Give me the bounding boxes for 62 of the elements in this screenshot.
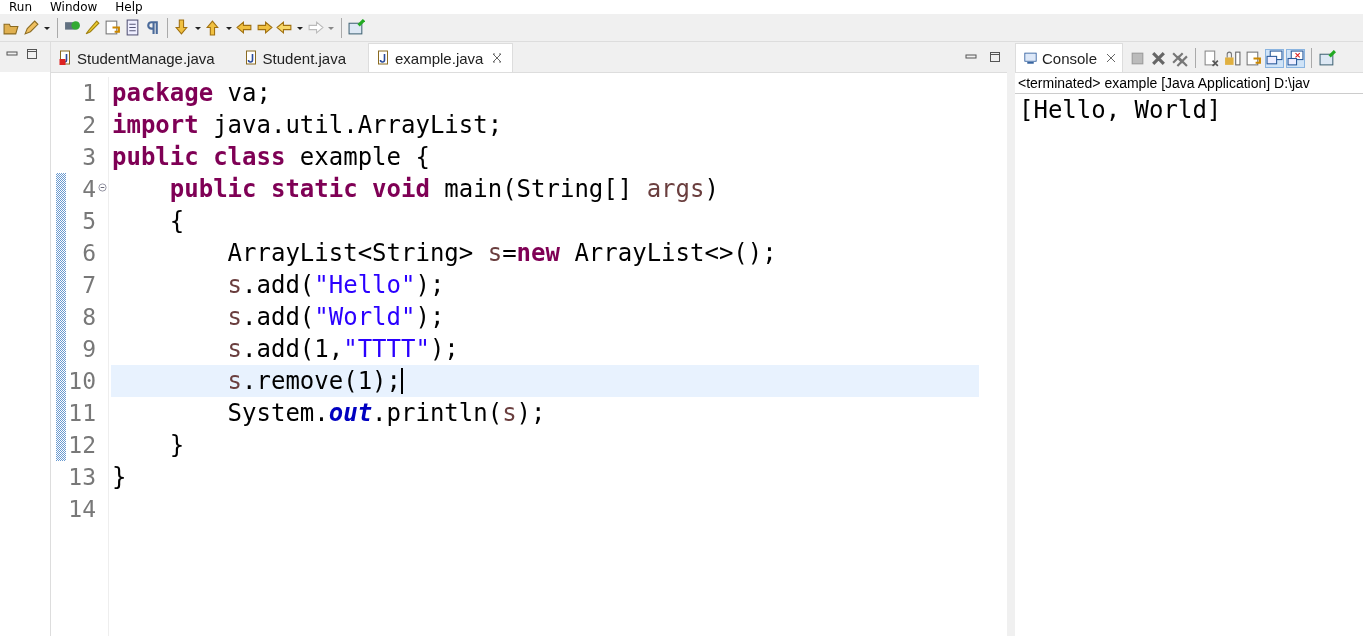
clear-icon[interactable]: [1203, 49, 1221, 67]
code-line: }: [112, 463, 127, 491]
code-line: package va;: [112, 79, 271, 107]
lock-icon[interactable]: [1224, 49, 1242, 67]
arrow-up-icon[interactable]: [205, 19, 222, 36]
arrow-left-icon[interactable]: [236, 19, 253, 36]
monitor-error-icon[interactable]: [1287, 49, 1305, 67]
pin-window-icon[interactable]: [1319, 49, 1337, 67]
console-tab[interactable]: Console: [1015, 43, 1124, 72]
editor-tab[interactable]: Student.java: [236, 44, 368, 72]
document-arrow-icon[interactable]: [1245, 49, 1263, 67]
monitor-icon: [1024, 50, 1037, 66]
menu-item[interactable]: Run: [9, 0, 32, 14]
line-number: 14: [67, 495, 96, 524]
remove-icon[interactable]: [1150, 49, 1168, 67]
line-number: 9: [81, 335, 96, 364]
code-line: s.add("Hello");: [226, 271, 445, 299]
line-number: 8: [81, 303, 96, 332]
java-file-icon: [377, 50, 390, 66]
pilcrow-icon[interactable]: [144, 19, 161, 36]
arrow-down-icon[interactable]: [174, 19, 191, 36]
editor-tab[interactable]: StudentManage.java: [51, 44, 237, 72]
close-icon[interactable]: [1106, 53, 1117, 63]
line-number: 2: [81, 111, 96, 140]
code-line: s.add(1,"TTTT");: [226, 335, 459, 363]
line-number: 4: [81, 175, 96, 204]
editor-tab[interactable]: example.java: [368, 43, 514, 72]
highlighter-icon[interactable]: [84, 19, 101, 36]
arrow-right-icon[interactable]: [256, 19, 273, 36]
pin-window-icon[interactable]: [348, 19, 365, 36]
code-line: public class example {: [112, 143, 430, 171]
java-file-icon: [244, 50, 258, 66]
code-line: System.out.println(s);: [226, 399, 546, 427]
code-line: ArrayList<String> s=new ArrayList<>();: [226, 239, 777, 267]
code-line: import java.util.ArrayList;: [112, 111, 503, 139]
maximize-icon[interactable]: [26, 48, 38, 60]
line-number: 12: [67, 431, 96, 460]
line-number: 6: [81, 239, 96, 268]
code-line: s.remove(1);: [226, 367, 401, 395]
collapse-icon[interactable]: [97, 182, 107, 192]
menu-item[interactable]: Window: [50, 0, 98, 14]
line-number: 1: [81, 79, 96, 108]
console-output: [Hello, World]: [1018, 95, 1223, 126]
java-file-error-icon: [59, 50, 72, 66]
close-icon[interactable]: [492, 53, 503, 63]
line-number: 3: [81, 143, 96, 172]
console-status: <terminated> example [Java Application] D:\jav: [1015, 73, 1363, 94]
monitor-icon[interactable]: [1266, 49, 1284, 67]
line-number: 10: [67, 367, 96, 396]
pencil-icon[interactable]: [23, 19, 40, 36]
code-line: }: [168, 431, 185, 459]
code-line: {: [168, 207, 185, 235]
code-line: s.add("World");: [226, 303, 445, 331]
maximize-icon[interactable]: [989, 51, 1001, 63]
code-line: public static void main(String[] args): [168, 175, 719, 203]
line-number: 11: [67, 399, 96, 428]
menu-item[interactable]: Help: [115, 0, 143, 14]
document-icon[interactable]: [124, 19, 141, 36]
line-number: 13: [67, 463, 96, 492]
line-number: 5: [81, 207, 96, 236]
back-icon[interactable]: [276, 19, 293, 36]
line-number: 7: [81, 271, 96, 300]
